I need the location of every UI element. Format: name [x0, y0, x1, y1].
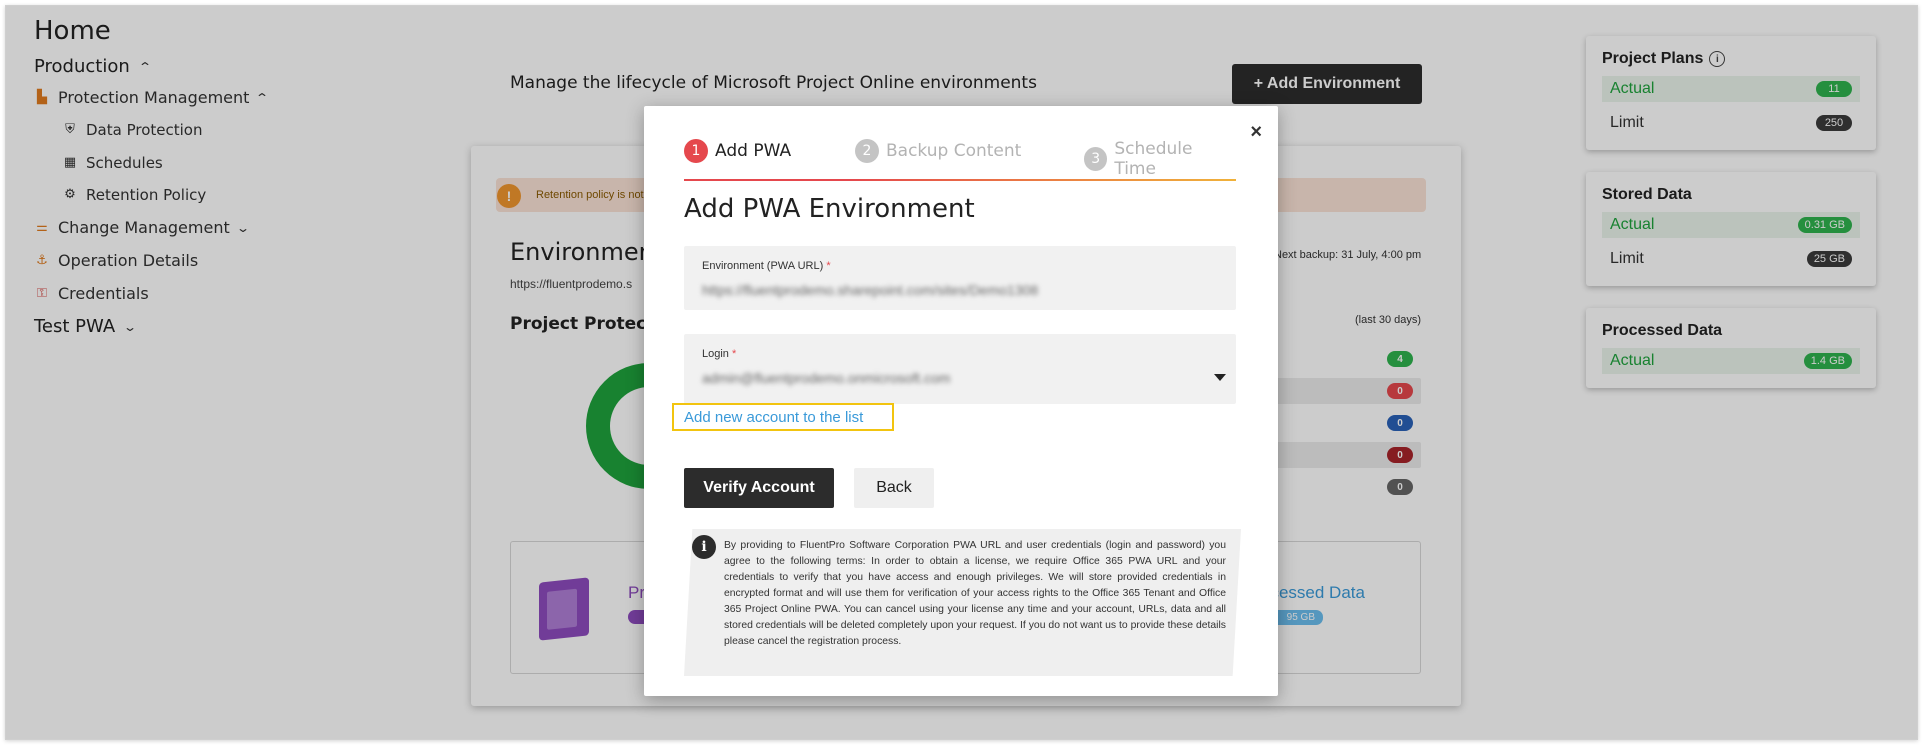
- step-label: Schedule Time: [1114, 139, 1193, 179]
- wizard-steps: 1 Add PWA 2 Backup Content 3 Schedule Ti…: [684, 139, 1236, 181]
- modal-title: Add PWA Environment: [684, 194, 975, 224]
- step-number: 2: [855, 139, 879, 163]
- login-select[interactable]: Login * admin@fluentprodemo.onmicrosoft.…: [684, 334, 1236, 404]
- add-new-account-link[interactable]: Add new account to the list: [672, 403, 894, 431]
- login-label: Login *: [702, 348, 1218, 360]
- step-add-pwa[interactable]: 1 Add PWA: [684, 139, 791, 163]
- add-new-account-text: Add new account to the list: [684, 408, 864, 426]
- step-backup-content[interactable]: 2 Backup Content: [855, 139, 1021, 163]
- step-label: Backup Content: [886, 141, 1022, 161]
- info-icon: i: [692, 535, 716, 559]
- step-number: 1: [684, 139, 708, 163]
- login-value: admin@fluentprodemo.onmicrosoft.com: [702, 370, 951, 386]
- step-number: 3: [1084, 147, 1108, 171]
- step-label: Add PWA: [715, 141, 792, 161]
- pwa-url-label-text: Environment (PWA URL): [702, 260, 824, 272]
- add-pwa-modal: × 1 Add PWA 2 Backup Content 3 Schedule …: [644, 106, 1278, 696]
- pwa-url-label: Environment (PWA URL) *: [702, 260, 1218, 272]
- login-label-text: Login: [702, 348, 729, 360]
- step-schedule-time[interactable]: 3 Schedule Time: [1084, 139, 1236, 179]
- required-mark: *: [826, 260, 831, 272]
- app-window: Home Production ⌃ ▙ Protection Managemen…: [5, 5, 1918, 740]
- pwa-url-value: https://fluentprodemo.sharepoint.com/sit…: [702, 282, 1039, 298]
- pwa-url-field[interactable]: Environment (PWA URL) * https://fluentpr…: [684, 246, 1236, 310]
- verify-account-button[interactable]: Verify Account: [684, 468, 834, 508]
- terms-text: By providing to FluentPro Software Corpo…: [724, 540, 1226, 647]
- dropdown-arrow-icon[interactable]: [1214, 374, 1226, 381]
- back-button[interactable]: Back: [854, 468, 934, 508]
- required-mark: *: [731, 348, 737, 360]
- close-icon[interactable]: ×: [1250, 122, 1262, 142]
